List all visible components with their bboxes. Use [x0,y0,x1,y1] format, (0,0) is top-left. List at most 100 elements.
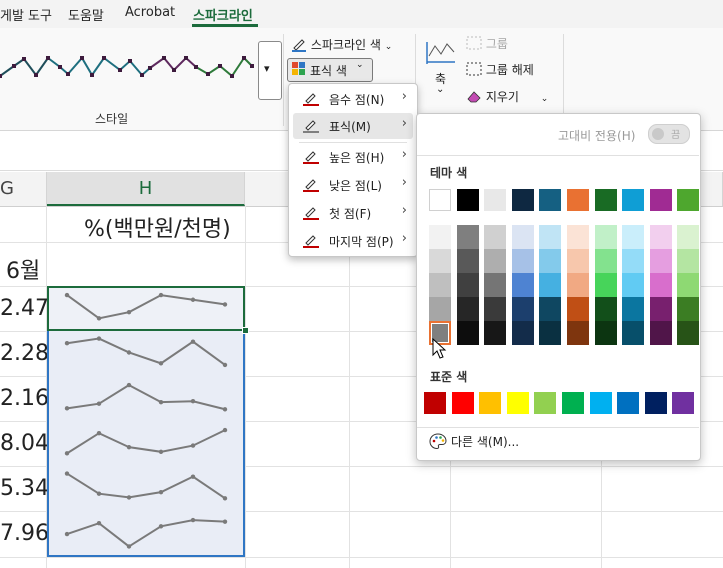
sparkline-cells[interactable] [47,286,245,557]
theme-color-shade-swatch[interactable] [622,273,645,297]
standard-color-swatch[interactable] [451,392,474,414]
theme-color-shade-swatch[interactable] [649,249,672,273]
theme-color-shade-swatch[interactable] [622,321,645,345]
axis-button[interactable]: 축 ⌄ [425,38,459,98]
theme-color-shade-swatch[interactable] [429,297,451,321]
theme-color-shade-swatch[interactable] [622,225,645,249]
theme-color-shade-swatch[interactable] [539,249,562,273]
more-colors-button[interactable]: 다른 색(M)... [427,431,689,451]
standard-color-swatch[interactable] [672,392,695,414]
theme-color-shade-swatch[interactable] [649,225,672,249]
cell-g-value[interactable]: 7.96 [0,521,49,546]
theme-color-shade-swatch[interactable] [677,249,700,273]
theme-color-shade-swatch[interactable] [677,321,700,345]
theme-color-swatch[interactable] [539,189,562,211]
theme-color-shade-swatch[interactable] [567,321,589,345]
theme-color-shade-swatch[interactable] [511,225,534,249]
standard-color-swatch[interactable] [589,392,612,414]
theme-color-swatch[interactable] [456,189,479,211]
theme-color-shade-swatch[interactable] [649,321,672,345]
sparkline-style-gallery[interactable] [0,38,255,98]
theme-color-shade-swatch[interactable] [484,273,507,297]
theme-color-swatch[interactable] [567,189,589,211]
cell-g-value[interactable]: 2.16 [0,386,49,411]
clear-button[interactable]: 지우기 ⌄ [466,88,548,105]
theme-color-shade-swatch[interactable] [677,297,700,321]
theme-color-shade-swatch[interactable] [484,321,507,345]
theme-color-shade-swatch[interactable] [622,297,645,321]
theme-color-swatch[interactable] [429,189,451,211]
cell-g-value[interactable]: 8.04 [0,431,49,456]
cell-g-month[interactable]: 6월 [6,253,40,285]
standard-color-swatch[interactable] [506,392,529,414]
theme-color-shade-swatch[interactable] [649,297,672,321]
theme-color-shade-swatch[interactable] [456,297,479,321]
cell-g-value[interactable]: 2.47 [0,296,49,321]
theme-color-shade-swatch[interactable] [594,249,617,273]
tab-developer[interactable]: 게발 도구 [0,5,52,24]
theme-color-shade-swatch[interactable] [511,321,534,345]
theme-color-shade-swatch[interactable] [594,321,617,345]
theme-color-swatch[interactable] [484,189,507,211]
menu-item-first-point[interactable]: 첫 점(F) › [293,200,413,226]
theme-color-shade-swatch[interactable] [594,273,617,297]
theme-color-shade-swatch[interactable] [649,273,672,297]
theme-color-shade-swatch[interactable] [677,225,700,249]
ungroup-button[interactable]: 그룹 해제 [466,61,534,78]
group-button[interactable]: 그룹 [466,35,508,52]
standard-color-swatch[interactable] [562,392,584,414]
theme-color-shade-swatch[interactable] [456,321,479,345]
style-thumbnail-line[interactable] [47,56,105,77]
standard-color-swatch[interactable] [479,392,502,414]
theme-color-shade-swatch[interactable] [484,249,507,273]
theme-color-swatch[interactable] [677,189,700,211]
theme-color-shade-swatch[interactable] [539,321,562,345]
cell-h-header[interactable]: %(백만원/천명) [84,211,231,243]
marker-color-button[interactable]: 표식 색 ⌄ [287,58,373,82]
theme-color-shade-swatch[interactable] [429,273,451,297]
theme-color-shade-swatch[interactable] [567,297,589,321]
cell-g-value[interactable]: 5.34 [0,476,49,501]
theme-color-shade-swatch[interactable] [539,273,562,297]
menu-item-markers[interactable]: 표식(M) › [293,113,413,139]
theme-color-shade-swatch[interactable] [456,273,479,297]
theme-color-shade-swatch[interactable] [484,225,507,249]
sparkline-color-button[interactable]: 스파크라인 색 ⌄ [291,36,392,53]
fill-handle[interactable] [242,327,249,334]
column-header-g[interactable]: G [0,172,47,206]
theme-color-shade-swatch[interactable] [622,249,645,273]
theme-color-shade-swatch[interactable] [539,297,562,321]
menu-item-high-point[interactable]: 높은 점(H) › [293,144,413,170]
theme-color-shade-swatch[interactable] [511,273,534,297]
column-header-h[interactable]: H [47,172,245,206]
gallery-more-button[interactable]: ▾ [258,41,282,100]
theme-color-swatch[interactable] [594,189,617,211]
theme-color-shade-swatch[interactable] [511,249,534,273]
theme-color-shade-swatch[interactable] [594,297,617,321]
theme-color-swatch[interactable] [649,189,672,211]
theme-color-swatch[interactable] [511,189,534,211]
theme-color-shade-swatch[interactable] [539,225,562,249]
tab-help[interactable]: 도움말 [68,5,104,24]
theme-color-shade-swatch[interactable] [456,249,479,273]
theme-color-shade-swatch[interactable] [429,225,451,249]
tab-acrobat[interactable]: Acrobat [125,5,175,20]
standard-color-swatch[interactable] [424,392,446,414]
tab-sparkline[interactable]: 스파크라인 [193,5,253,24]
theme-color-shade-swatch[interactable] [484,297,507,321]
standard-color-swatch[interactable] [617,392,640,414]
theme-color-shade-swatch[interactable] [456,225,479,249]
style-thumbnail-line[interactable] [103,57,151,77]
theme-color-shade-swatch[interactable] [567,273,589,297]
theme-color-shade-swatch[interactable] [594,225,617,249]
theme-color-shade-swatch[interactable] [567,249,589,273]
theme-color-shade-swatch[interactable] [511,297,534,321]
menu-item-low-point[interactable]: 낮은 점(L) › [293,172,413,198]
high-contrast-toggle[interactable]: 끔 [648,124,690,144]
cell-g-value[interactable]: 2.28 [0,341,49,366]
theme-color-shade-swatch[interactable] [429,249,451,273]
standard-color-swatch[interactable] [534,392,557,414]
standard-color-swatch[interactable] [644,392,667,414]
theme-color-swatch[interactable] [622,189,645,211]
menu-item-negative-points[interactable]: 음수 점(N) › [293,86,413,112]
